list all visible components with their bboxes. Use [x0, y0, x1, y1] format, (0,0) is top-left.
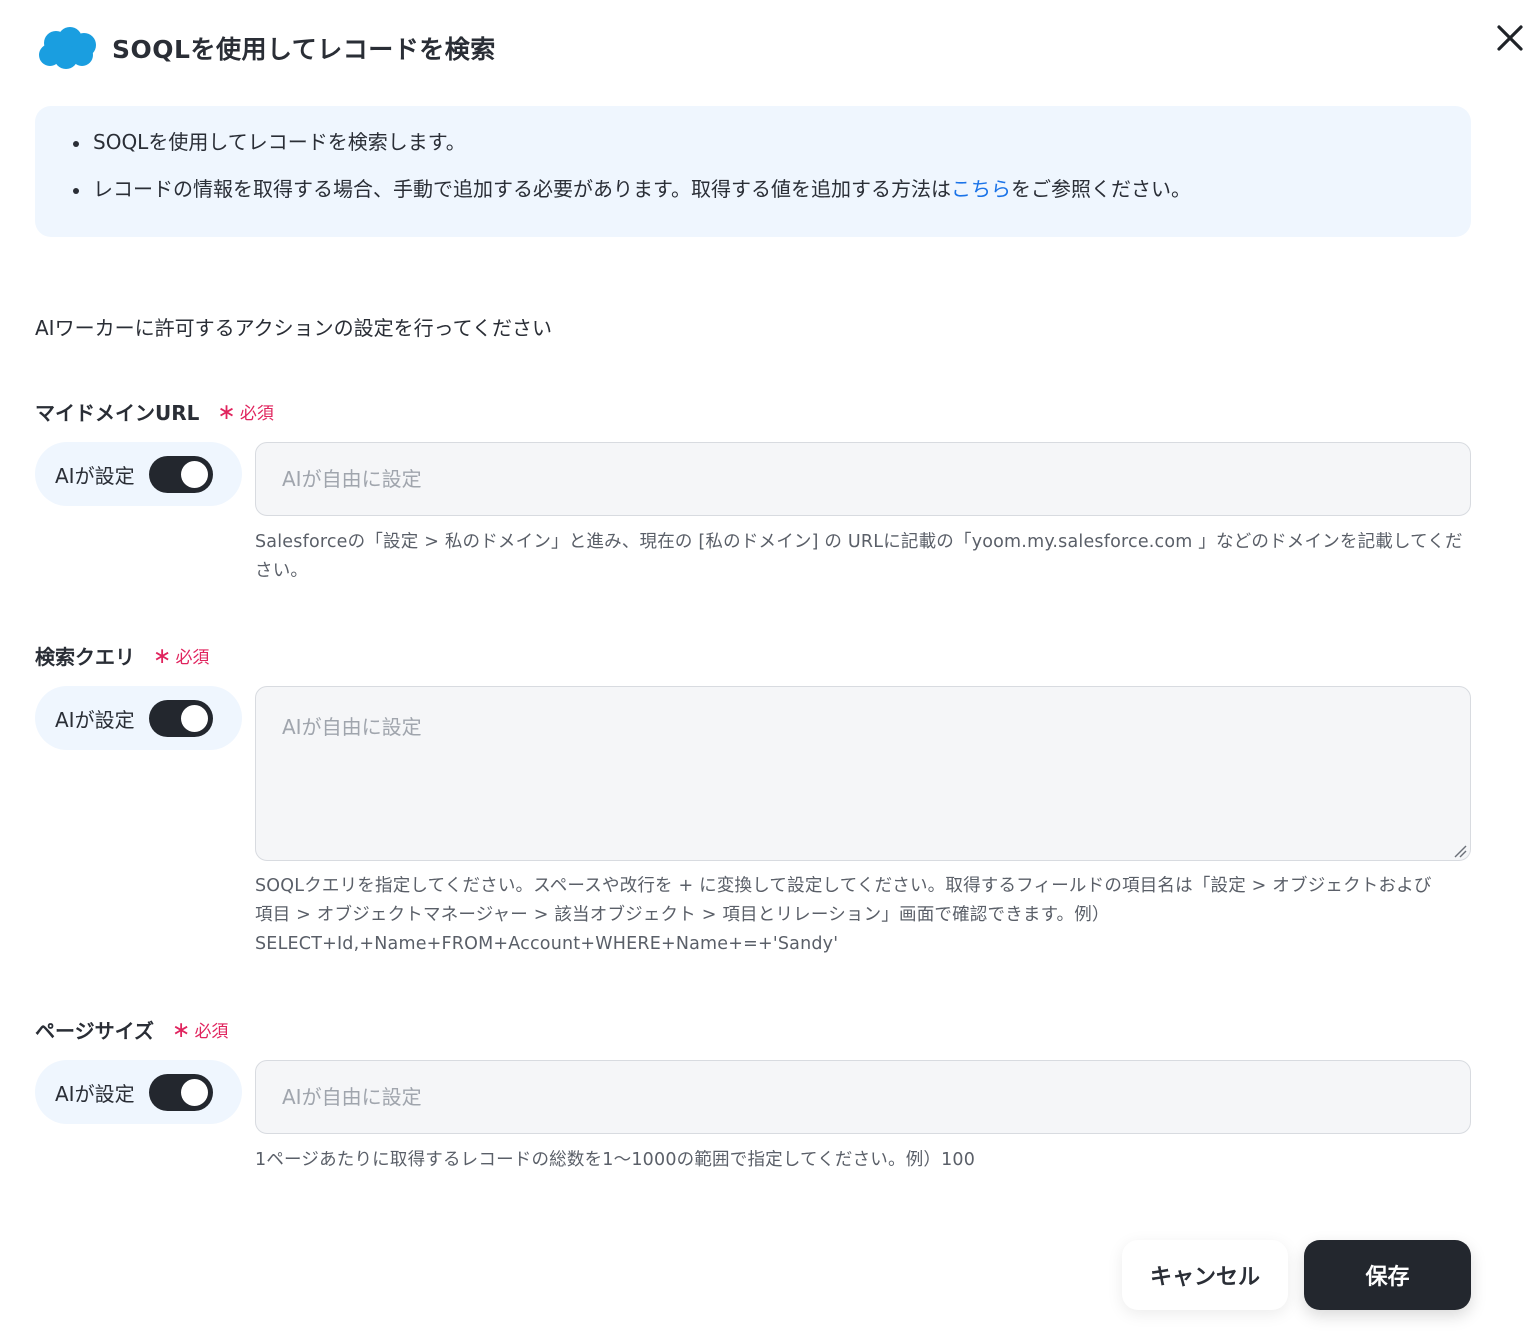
ai-setting-switch[interactable]: [148, 1073, 213, 1111]
info-list: SOQLを使用してレコードを検索します。 レコードの情報を取得する場合、手動で追…: [73, 130, 1471, 201]
help-line: SOQLクエリを指定してください。スペースや改行を + に変換して設定してくださ…: [255, 876, 1432, 896]
ai-setting-toggle-group: AIが設定: [35, 686, 242, 750]
info-item-text: をご参照ください。: [1011, 177, 1191, 201]
required-badge: ∗ 必須: [172, 1017, 228, 1042]
field-label-row: 検索クエリ ∗ 必須: [35, 641, 1471, 669]
field-label-row: ページサイズ ∗ 必須: [35, 1015, 1471, 1043]
asterisk-icon: ∗: [172, 1018, 191, 1043]
field-search-query: 検索クエリ ∗必須 AIが設定 SOQLクエリを指定してください。スペースや改行…: [35, 641, 1471, 954]
ai-setting-switch[interactable]: [148, 699, 213, 737]
ai-setting-toggle-group: AIが設定: [35, 442, 242, 506]
field-label-row: マイドメインURL ∗ 必須: [35, 397, 1471, 425]
dialog-title: SOQLを使用してレコードを検索: [112, 35, 496, 64]
reference-link[interactable]: こちら: [951, 177, 1011, 201]
help-line: 項目 > オブジェクトマネージャー > 該当オブジェクト > 項目とリレーション…: [255, 905, 1110, 925]
my-domain-url-input[interactable]: [255, 442, 1471, 516]
field-my-domain-url: マイドメインURL ∗必須 AIが設定 Salesforceの「設定 > 私のド…: [35, 397, 1471, 581]
required-text: 必須: [239, 403, 274, 424]
switch-knob: [180, 704, 208, 732]
help-line: SELECT+Id,+Name+FROM+Account+WHERE+Name+…: [255, 934, 839, 954]
help-text: 1ページあたりに取得するレコードの総数を1〜1000の範囲で指定してください。例…: [255, 1150, 976, 1170]
info-item: レコードの情報を取得する場合、手動で追加する必要があります。取得する値を追加する…: [73, 177, 1471, 201]
field-label: ページサイズ: [35, 1018, 154, 1043]
page-size-input[interactable]: [255, 1060, 1471, 1134]
switch-knob: [180, 460, 208, 488]
asterisk-icon: ∗: [217, 400, 236, 425]
required-text: 必須: [175, 647, 210, 668]
required-text: 必須: [194, 1021, 229, 1042]
required-badge: ∗ 必須: [153, 643, 209, 668]
ai-setting-switch[interactable]: [148, 455, 213, 493]
asterisk-icon: ∗: [153, 644, 172, 669]
field-label: 検索クエリ: [35, 644, 135, 669]
info-item-text: SOQLを使用してレコードを検索します。: [93, 130, 466, 154]
info-box: SOQLを使用してレコードを検索します。 レコードの情報を取得する場合、手動で追…: [35, 106, 1471, 237]
toggle-label: AIが設定: [55, 1081, 135, 1106]
toggle-label: AIが設定: [55, 707, 135, 732]
close-icon[interactable]: [1490, 18, 1530, 58]
salesforce-cloud-icon: [39, 27, 96, 69]
save-button[interactable]: 保存: [1304, 1240, 1471, 1310]
section-lead: AIワーカーに許可するアクションの設定を行ってください: [35, 316, 552, 340]
field-label: マイドメインURL: [35, 400, 200, 425]
search-query-textarea[interactable]: [255, 686, 1471, 861]
info-item-text: レコードの情報を取得する場合、手動で追加する必要があります。取得する値を追加する…: [93, 177, 951, 201]
required-badge: ∗ 必須: [217, 399, 273, 424]
switch-knob: [180, 1078, 208, 1106]
ai-setting-toggle-group: AIが設定: [35, 1060, 242, 1124]
help-text: SOQLクエリを指定してください。スペースや改行を + に変換して設定してくださ…: [255, 872, 1471, 959]
field-page-size: ページサイズ ∗必須 AIが設定 1ページあたりに取得するレコードの総数を1〜1…: [35, 1015, 1471, 1170]
cancel-button[interactable]: キャンセル: [1122, 1240, 1288, 1310]
dialog: SOQLを使用してレコードを検索 SOQLを使用してレコードを検索します。 レコ…: [0, 0, 1532, 1344]
toggle-label: AIが設定: [55, 463, 135, 488]
help-text: Salesforceの「設定 > 私のドメイン」と進み、現在の [私のドメイン]…: [255, 532, 1463, 581]
resize-handle-icon[interactable]: [1453, 844, 1467, 858]
info-item: SOQLを使用してレコードを検索します。: [73, 130, 1471, 154]
dialog-header: SOQLを使用してレコードを検索: [36, 24, 496, 72]
